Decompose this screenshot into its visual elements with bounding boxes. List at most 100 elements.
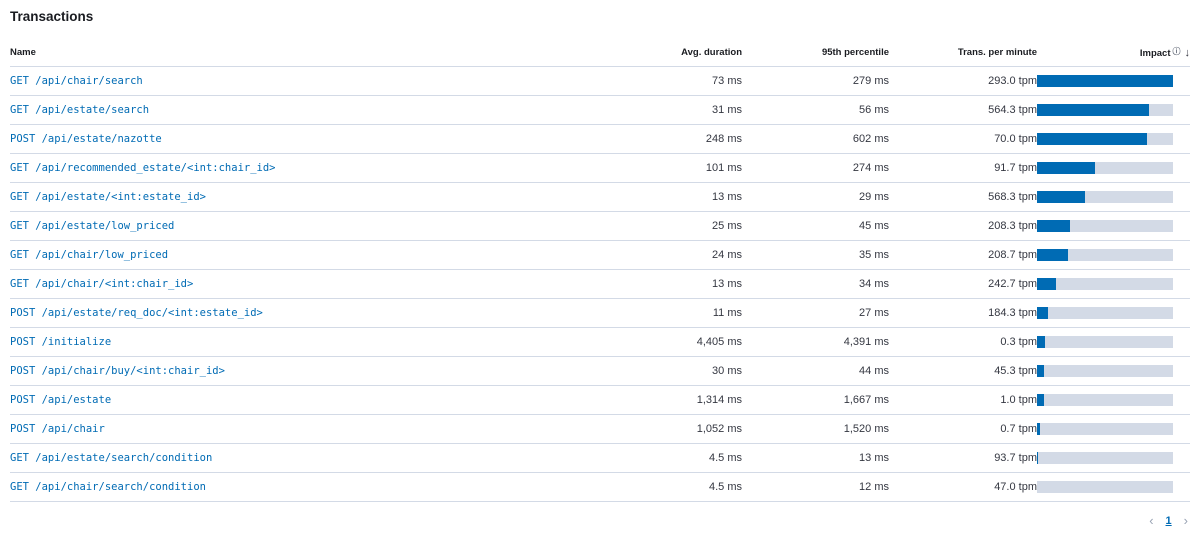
impact-cell — [1037, 269, 1190, 299]
impact-bar-track — [1037, 365, 1173, 377]
impact-bar-track — [1037, 394, 1173, 406]
transaction-link[interactable]: GET /api/recommended_estate/<int:chair_i… — [10, 162, 276, 174]
transaction-name-cell: GET /api/chair/<int:chair_id> — [10, 269, 590, 299]
transaction-link[interactable]: GET /api/chair/search — [10, 75, 143, 87]
p95-cell: 45 ms — [742, 211, 889, 241]
transaction-name-cell: POST /api/estate — [10, 385, 590, 415]
p95-cell: 274 ms — [742, 153, 889, 183]
table-row: GET /api/chair/<int:chair_id> 13 ms 34 ms 2… — [10, 269, 1190, 299]
column-header-avg-duration[interactable]: Avg. duration — [590, 38, 742, 67]
transaction-link[interactable]: GET /api/estate/search — [10, 104, 149, 116]
transaction-name-cell: GET /api/chair/search/condition — [10, 472, 590, 502]
impact-bar-track — [1037, 133, 1173, 145]
transaction-link[interactable]: POST /api/estate/req_doc/<int:estate_id> — [10, 307, 263, 319]
column-header-impact-label: Impact — [1139, 47, 1171, 59]
impact-cell — [1037, 385, 1190, 415]
p95-cell: 13 ms — [742, 443, 889, 473]
impact-bar-fill — [1037, 423, 1040, 435]
impact-bar-track — [1037, 220, 1173, 232]
transaction-link[interactable]: GET /api/estate/<int:estate_id> — [10, 191, 206, 203]
p95-cell: 1,520 ms — [742, 414, 889, 444]
transaction-name-cell: POST /api/chair/buy/<int:chair_id> — [10, 356, 590, 386]
avg-duration-cell: 11 ms — [590, 298, 742, 328]
chevron-right-icon[interactable]: › — [1184, 513, 1188, 528]
transactions-table-body: GET /api/chair/search 73 ms 279 ms 293.0 tp… — [10, 66, 1190, 502]
arrow-down-icon[interactable]: ↓ — [1185, 47, 1191, 59]
transaction-name-cell: POST /initialize — [10, 327, 590, 357]
p95-cell: 56 ms — [742, 95, 889, 125]
column-header-95th-percentile[interactable]: 95th percentile — [742, 38, 889, 67]
column-header-name[interactable]: Name — [10, 38, 590, 67]
tpm-cell: 91.7 tpm — [889, 153, 1037, 183]
tpm-cell: 1.0 tpm — [889, 385, 1037, 415]
avg-duration-cell: 13 ms — [590, 182, 742, 212]
column-header-avg-duration-label: Avg. duration — [681, 46, 742, 58]
impact-bar-track — [1037, 307, 1173, 319]
impact-bar-fill — [1037, 75, 1173, 87]
impact-cell — [1037, 153, 1190, 183]
tpm-cell: 293.0 tpm — [889, 66, 1037, 96]
p95-cell: 34 ms — [742, 269, 889, 299]
p95-cell: 44 ms — [742, 356, 889, 386]
avg-duration-cell: 30 ms — [590, 356, 742, 386]
tpm-cell: 0.7 tpm — [889, 414, 1037, 444]
transaction-name-cell: GET /api/estate/search/condition — [10, 443, 590, 473]
tpm-cell: 47.0 tpm — [889, 472, 1037, 502]
impact-bar-fill — [1037, 133, 1148, 145]
transaction-link[interactable]: GET /api/chair/<int:chair_id> — [10, 278, 193, 290]
tpm-cell: 568.3 tpm — [889, 182, 1037, 212]
table-row: GET /api/estate/search/condition 4.5 ms 13… — [10, 443, 1190, 473]
avg-duration-cell: 31 ms — [590, 95, 742, 125]
table-row: GET /api/chair/search/condition 4.5 ms 12 … — [10, 472, 1190, 502]
avg-duration-cell: 248 ms — [590, 124, 742, 154]
avg-duration-cell: 25 ms — [590, 211, 742, 241]
tpm-cell: 208.7 tpm — [889, 240, 1037, 270]
transaction-link[interactable]: POST /api/chair/buy/<int:chair_id> — [10, 365, 225, 377]
transaction-link[interactable]: POST /api/chair — [10, 423, 105, 435]
transaction-link[interactable]: GET /api/estate/search/condition — [10, 452, 212, 464]
tpm-cell: 70.0 tpm — [889, 124, 1037, 154]
impact-bar-fill — [1037, 162, 1096, 174]
column-header-95th-percentile-label: 95th percentile — [821, 46, 889, 58]
table-row: POST /api/chair 1,052 ms 1,520 ms 0.7 tpm — [10, 414, 1190, 444]
table-row: POST /initialize 4,405 ms 4,391 ms 0.3 tpm — [10, 327, 1190, 357]
help-icon[interactable]: ⓘ — [1173, 46, 1181, 57]
table-row: POST /api/estate 1,314 ms 1,667 ms 1.0 tpm — [10, 385, 1190, 415]
impact-bar-fill — [1037, 278, 1057, 290]
transaction-link[interactable]: GET /api/estate/low_priced — [10, 220, 174, 232]
impact-bar-fill — [1037, 336, 1046, 348]
impact-cell — [1037, 182, 1190, 212]
impact-bar-fill — [1037, 191, 1085, 203]
p95-cell: 4,391 ms — [742, 327, 889, 357]
impact-bar-track — [1037, 481, 1173, 493]
impact-bar-track — [1037, 162, 1173, 174]
chevron-left-icon[interactable]: ‹ — [1149, 513, 1153, 528]
impact-bar-fill — [1037, 307, 1048, 319]
transaction-link[interactable]: GET /api/chair/low_priced — [10, 249, 168, 261]
tpm-cell: 45.3 tpm — [889, 356, 1037, 386]
transaction-link[interactable]: POST /api/estate — [10, 394, 111, 406]
column-header-trans-per-minute[interactable]: Trans. per minute — [889, 38, 1037, 67]
table-row: POST /api/estate/nazotte 248 ms 602 ms 70.0… — [10, 124, 1190, 154]
transaction-name-cell: POST /api/estate/req_doc/<int:estate_id> — [10, 298, 590, 328]
transaction-link[interactable]: POST /initialize — [10, 336, 111, 348]
impact-cell — [1037, 95, 1190, 125]
avg-duration-cell: 4.5 ms — [590, 443, 742, 473]
transaction-name-cell: GET /api/recommended_estate/<int:chair_i… — [10, 153, 590, 183]
transaction-link[interactable]: POST /api/estate/nazotte — [10, 133, 162, 145]
transaction-name-cell: GET /api/estate/<int:estate_id> — [10, 182, 590, 212]
table-row: POST /api/estate/req_doc/<int:estate_id>… — [10, 298, 1190, 328]
transaction-name-cell: POST /api/estate/nazotte — [10, 124, 590, 154]
transactions-panel: Transactions Name Avg. duration 95th per… — [0, 0, 1200, 544]
impact-cell — [1037, 443, 1190, 473]
transaction-name-cell: GET /api/chair/low_priced — [10, 240, 590, 270]
impact-bar-track — [1037, 104, 1173, 116]
page-button-1[interactable]: 1 — [1166, 515, 1172, 527]
column-header-impact[interactable]: Impact ⓘ ↓ — [1037, 38, 1190, 67]
transaction-link[interactable]: GET /api/chair/search/condition — [10, 481, 206, 493]
impact-bar-fill — [1037, 220, 1070, 232]
avg-duration-cell: 4,405 ms — [590, 327, 742, 357]
transaction-name-cell: POST /api/chair — [10, 414, 590, 444]
table-row: GET /api/chair/low_priced 24 ms 35 ms 208.7… — [10, 240, 1190, 270]
table-header-row: Name Avg. duration 95th percentile Trans… — [10, 38, 1190, 67]
